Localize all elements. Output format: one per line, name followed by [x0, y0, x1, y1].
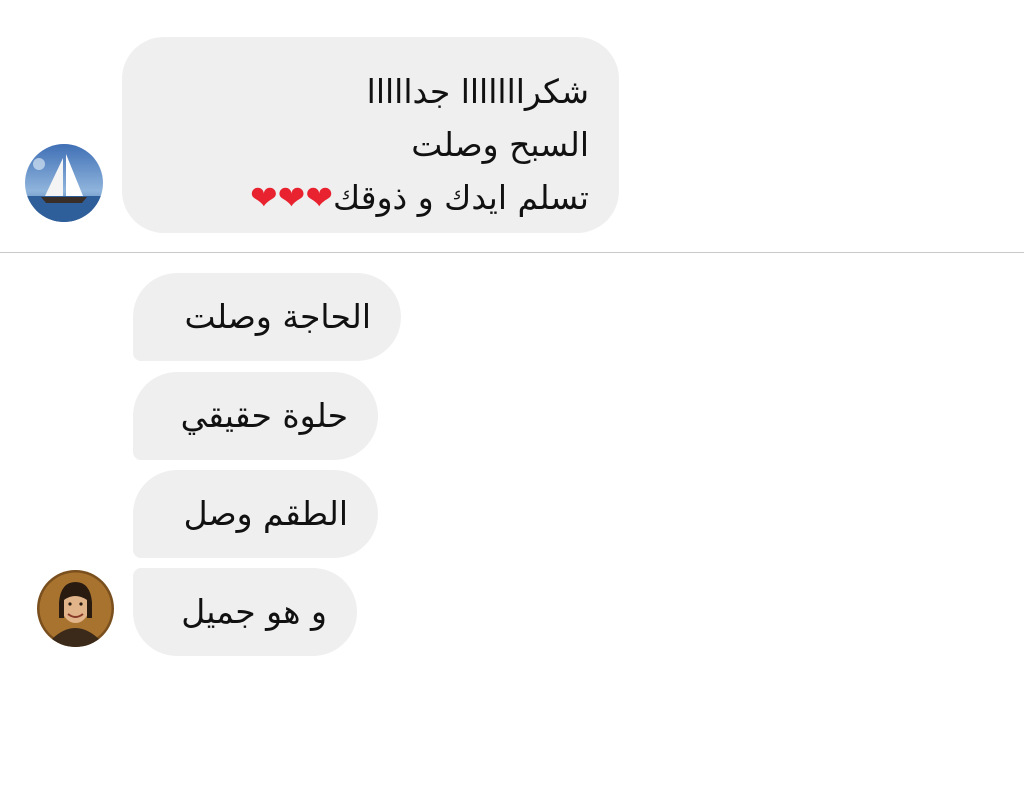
message-bubble[interactable]: الحاجة وصلت: [133, 273, 401, 361]
message-line-1: شكرااااااا جدااااا: [366, 72, 589, 111]
woman-portrait-avatar-icon[interactable]: [37, 570, 114, 647]
message-line-3-text: تسلم ايدك و ذوقك: [332, 178, 589, 217]
conversation-divider: [0, 252, 1024, 253]
hearts-emoji-icon: ❤❤❤: [250, 178, 333, 217]
chat-thread: شكرااااااا جدااااا السبح وصلت تسلم ايدك …: [0, 0, 1024, 800]
message-line-3: تسلم ايدك و ذوقك❤❤❤: [152, 171, 589, 224]
message-line-2: السبح وصلت: [411, 125, 589, 164]
message-bubble[interactable]: حلوة حقيقي: [133, 372, 378, 460]
message-bubble-thanks[interactable]: شكرااااااا جدااااا السبح وصلت تسلم ايدك …: [122, 37, 619, 233]
message-bubble[interactable]: الطقم وصل: [133, 470, 378, 558]
sailboat-avatar-icon[interactable]: [25, 144, 103, 222]
message-bubble[interactable]: و هو جميل: [133, 568, 357, 656]
